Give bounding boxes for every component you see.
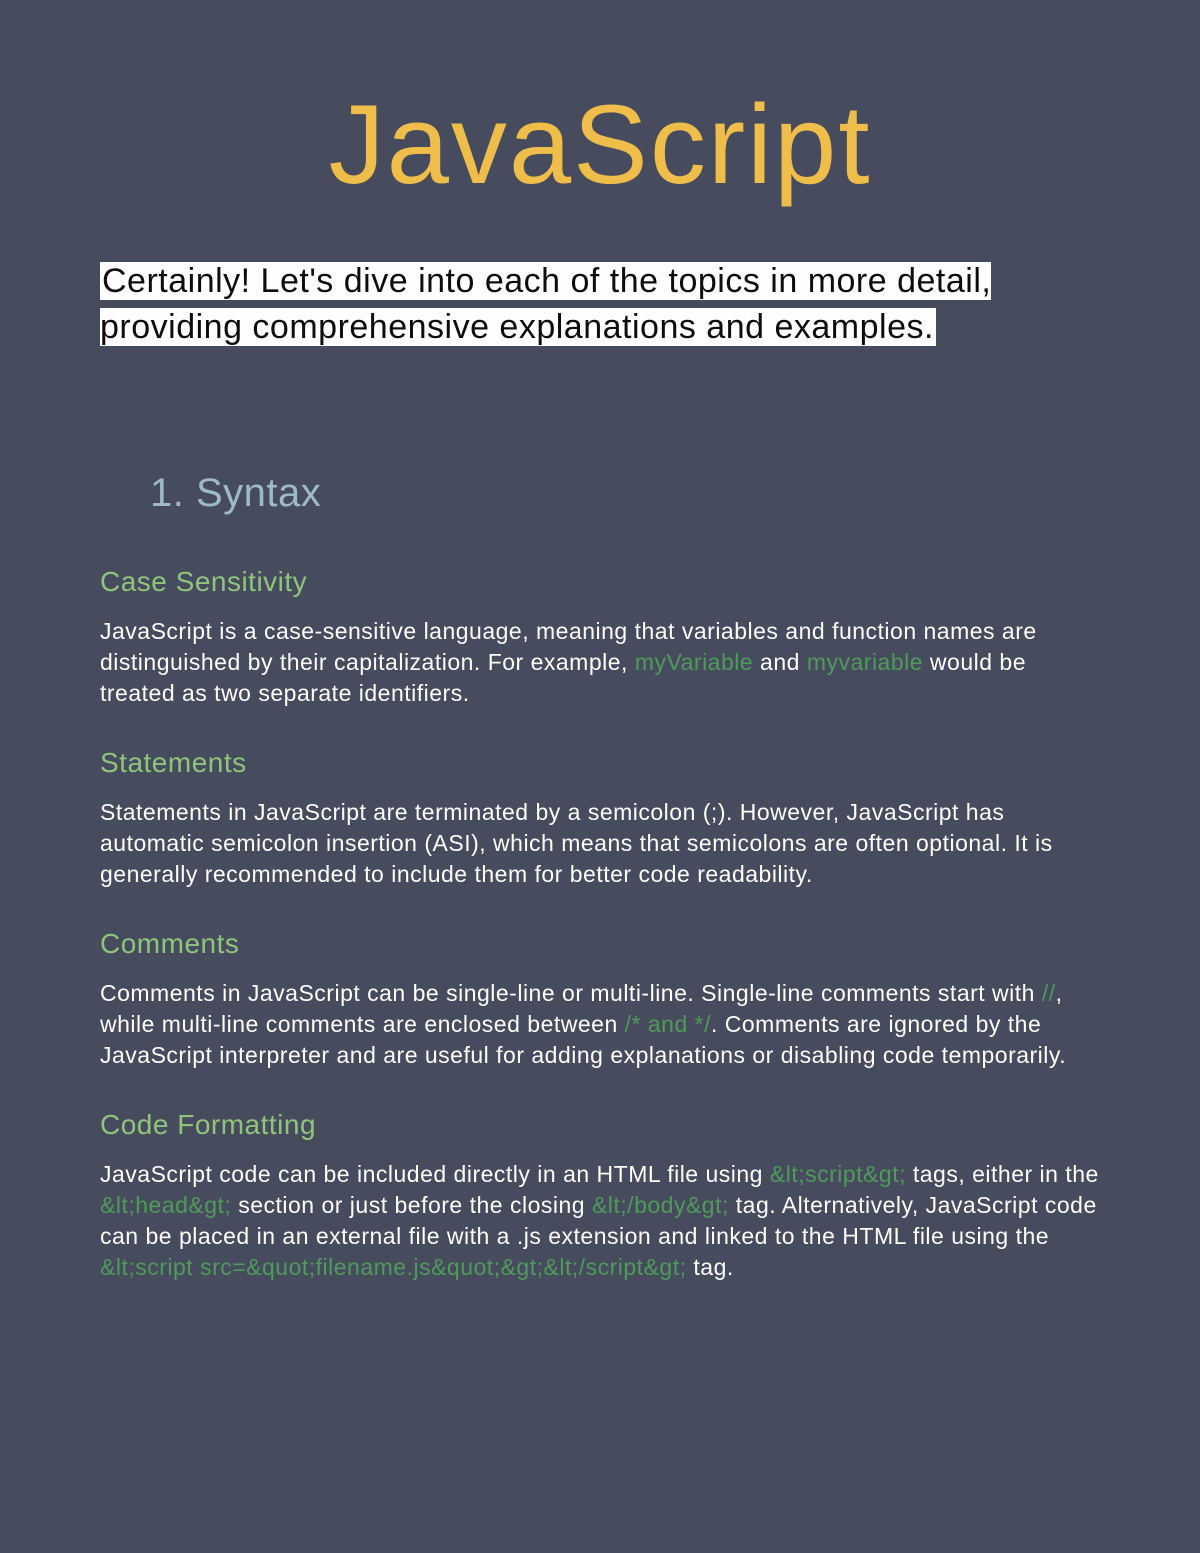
text: tags, either in the <box>906 1161 1099 1187</box>
code-body-close-tag: &lt;/body&gt; <box>592 1192 729 1218</box>
intro-paragraph: Certainly! Let's dive into each of the t… <box>100 259 1100 351</box>
code-script-tag: &lt;script&gt; <box>770 1161 906 1187</box>
page-title: JavaScript <box>100 80 1100 209</box>
section-heading-syntax: 1. Syntax <box>150 471 1100 516</box>
text: tag. <box>687 1254 734 1280</box>
subheading-code-formatting: Code Formatting <box>100 1109 1100 1141</box>
paragraph-code-formatting: JavaScript code can be included directly… <box>100 1159 1100 1283</box>
paragraph-comments: Comments in JavaScript can be single-lin… <box>100 978 1100 1071</box>
paragraph-case-sensitivity: JavaScript is a case-sensitive language,… <box>100 616 1100 709</box>
code-single-line-comment: // <box>1042 980 1056 1006</box>
subheading-statements: Statements <box>100 747 1100 779</box>
intro-text: Certainly! Let's dive into each of the t… <box>100 262 991 346</box>
code-script-src-tag: &lt;script src=&quot;filename.js&quot;&g… <box>100 1254 687 1280</box>
text: Comments in JavaScript can be single-lin… <box>100 980 1042 1006</box>
subheading-comments: Comments <box>100 928 1100 960</box>
code-myvariable-camel: myVariable <box>635 649 753 675</box>
code-myvariable-lower: myvariable <box>807 649 923 675</box>
paragraph-statements: Statements in JavaScript are terminated … <box>100 797 1100 890</box>
text: JavaScript code can be included directly… <box>100 1161 770 1187</box>
text: and <box>753 649 807 675</box>
code-multi-line-comment: /* and */ <box>625 1011 711 1037</box>
text: section or just before the closing <box>231 1192 592 1218</box>
code-head-tag: &lt;head&gt; <box>100 1192 231 1218</box>
subheading-case-sensitivity: Case Sensitivity <box>100 566 1100 598</box>
